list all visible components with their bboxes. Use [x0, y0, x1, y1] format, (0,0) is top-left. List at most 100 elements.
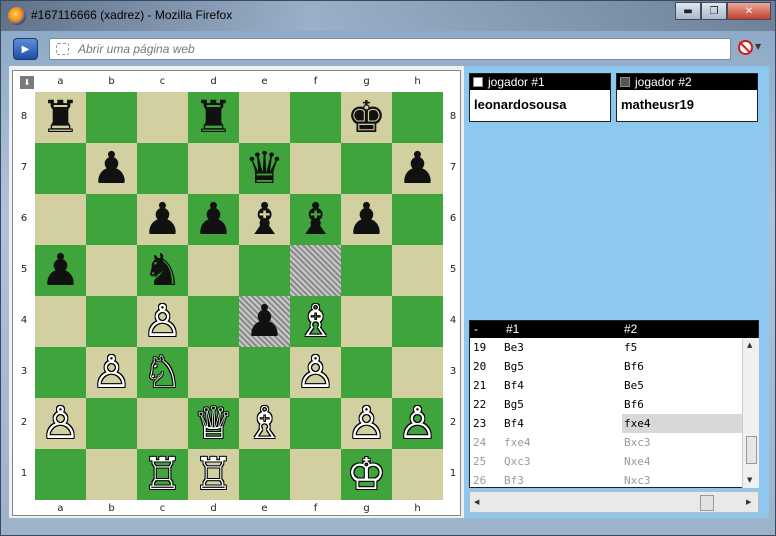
move-row[interactable]: 20 Bg5 Bf6: [470, 357, 742, 376]
square-d1[interactable]: ♖: [188, 449, 239, 500]
square-f2[interactable]: [290, 398, 341, 449]
square-a5[interactable]: ♟: [35, 245, 86, 296]
square-g7[interactable]: [341, 143, 392, 194]
piece-g6[interactable]: ♟: [347, 194, 386, 245]
piece-d6[interactable]: ♟: [194, 194, 233, 245]
move-list-vertical-scrollbar[interactable]: ▲ ▼: [742, 338, 759, 488]
piece-g1[interactable]: ♔: [347, 449, 386, 500]
black-move[interactable]: Bxc3: [622, 433, 742, 452]
white-move[interactable]: Bf4: [504, 417, 524, 430]
square-a7[interactable]: [35, 143, 86, 194]
piece-g8[interactable]: ♚: [347, 92, 386, 143]
piece-d2[interactable]: ♕: [194, 398, 233, 449]
square-g3[interactable]: [341, 347, 392, 398]
piece-a8[interactable]: ♜: [41, 92, 80, 143]
block-dropdown-icon[interactable]: ▼: [755, 42, 761, 51]
square-a8[interactable]: ♜: [35, 92, 86, 143]
scroll-up-icon[interactable]: ▲: [747, 341, 752, 349]
white-move[interactable]: fxe4: [504, 436, 531, 449]
square-a4[interactable]: [35, 296, 86, 347]
piece-f6[interactable]: ♝: [296, 194, 335, 245]
square-b7[interactable]: ♟: [86, 143, 137, 194]
black-move[interactable]: Bf6: [622, 357, 742, 376]
piece-f3[interactable]: ♙: [296, 347, 335, 398]
square-g4[interactable]: [341, 296, 392, 347]
square-b1[interactable]: [86, 449, 137, 500]
square-d3[interactable]: [188, 347, 239, 398]
square-b2[interactable]: [86, 398, 137, 449]
square-c3[interactable]: ♘: [137, 347, 188, 398]
black-move[interactable]: Nxc3: [622, 471, 742, 488]
piece-a2[interactable]: ♙: [41, 398, 80, 449]
move-row[interactable]: 22 Bg5 Bf6: [470, 395, 742, 414]
piece-g2[interactable]: ♙: [347, 398, 386, 449]
square-a2[interactable]: ♙: [35, 398, 86, 449]
move-row[interactable]: 26 Bf3 Nxc3: [470, 471, 742, 488]
block-icon[interactable]: [738, 40, 753, 55]
piece-f4[interactable]: ♗: [296, 296, 335, 347]
square-e6[interactable]: ♝: [239, 194, 290, 245]
square-g1[interactable]: ♔: [341, 449, 392, 500]
piece-c1[interactable]: ♖: [143, 449, 182, 500]
square-e4[interactable]: ♟: [239, 296, 290, 347]
square-g2[interactable]: ♙: [341, 398, 392, 449]
piece-c6[interactable]: ♟: [143, 194, 182, 245]
square-g5[interactable]: [341, 245, 392, 296]
piece-d1[interactable]: ♖: [194, 449, 233, 500]
black-move[interactable]: fxe4: [622, 414, 742, 433]
square-b5[interactable]: [86, 245, 137, 296]
square-a6[interactable]: [35, 194, 86, 245]
black-move[interactable]: Nxe4: [622, 452, 742, 471]
square-c8[interactable]: [137, 92, 188, 143]
back-button[interactable]: ▶: [13, 38, 38, 60]
white-move[interactable]: Bf3: [504, 474, 524, 487]
vertical-scroll-thumb[interactable]: [746, 436, 757, 464]
square-g6[interactable]: ♟: [341, 194, 392, 245]
url-input[interactable]: [78, 41, 718, 57]
white-move[interactable]: Be3: [504, 341, 524, 354]
square-h5[interactable]: [392, 245, 443, 296]
square-e7[interactable]: ♛: [239, 143, 290, 194]
piece-e7[interactable]: ♛: [245, 143, 284, 194]
square-g8[interactable]: ♚: [341, 92, 392, 143]
square-d4[interactable]: [188, 296, 239, 347]
square-a1[interactable]: [35, 449, 86, 500]
square-b6[interactable]: [86, 194, 137, 245]
square-h6[interactable]: [392, 194, 443, 245]
move-row[interactable]: 25 Qxc3 Nxe4: [470, 452, 742, 471]
square-d8[interactable]: ♜: [188, 92, 239, 143]
square-h3[interactable]: [392, 347, 443, 398]
url-bar[interactable]: [49, 38, 731, 60]
horizontal-scrollbar[interactable]: ◀ ▶: [469, 491, 759, 513]
close-button[interactable]: ✕: [727, 2, 771, 20]
piece-b7[interactable]: ♟: [92, 143, 131, 194]
piece-c5[interactable]: ♞: [143, 245, 182, 296]
square-c5[interactable]: ♞: [137, 245, 188, 296]
scroll-down-icon[interactable]: ▼: [747, 476, 752, 484]
square-c1[interactable]: ♖: [137, 449, 188, 500]
white-move[interactable]: Bf4: [504, 379, 524, 392]
white-move[interactable]: Qxc3: [504, 455, 531, 468]
title-bar[interactable]: #167116666 (xadrez) - Mozilla Firefox ▬ …: [1, 1, 775, 31]
piece-c3[interactable]: ♘: [143, 347, 182, 398]
square-b8[interactable]: [86, 92, 137, 143]
piece-d8[interactable]: ♜: [194, 92, 233, 143]
square-f1[interactable]: [290, 449, 341, 500]
white-move[interactable]: Bg5: [504, 360, 524, 373]
move-row[interactable]: 19 Be3 f5: [470, 338, 742, 357]
square-e8[interactable]: [239, 92, 290, 143]
square-f5[interactable]: [290, 245, 341, 296]
square-h2[interactable]: ♙: [392, 398, 443, 449]
square-h8[interactable]: [392, 92, 443, 143]
minimize-button[interactable]: ▬: [675, 2, 701, 20]
move-row[interactable]: 21 Bf4 Be5: [470, 376, 742, 395]
square-h4[interactable]: [392, 296, 443, 347]
square-c7[interactable]: [137, 143, 188, 194]
square-b4[interactable]: [86, 296, 137, 347]
square-b3[interactable]: ♙: [86, 347, 137, 398]
square-f4[interactable]: ♗: [290, 296, 341, 347]
square-a3[interactable]: [35, 347, 86, 398]
square-e5[interactable]: [239, 245, 290, 296]
square-c2[interactable]: [137, 398, 188, 449]
move-row[interactable]: 23 Bf4 fxe4: [470, 414, 742, 433]
